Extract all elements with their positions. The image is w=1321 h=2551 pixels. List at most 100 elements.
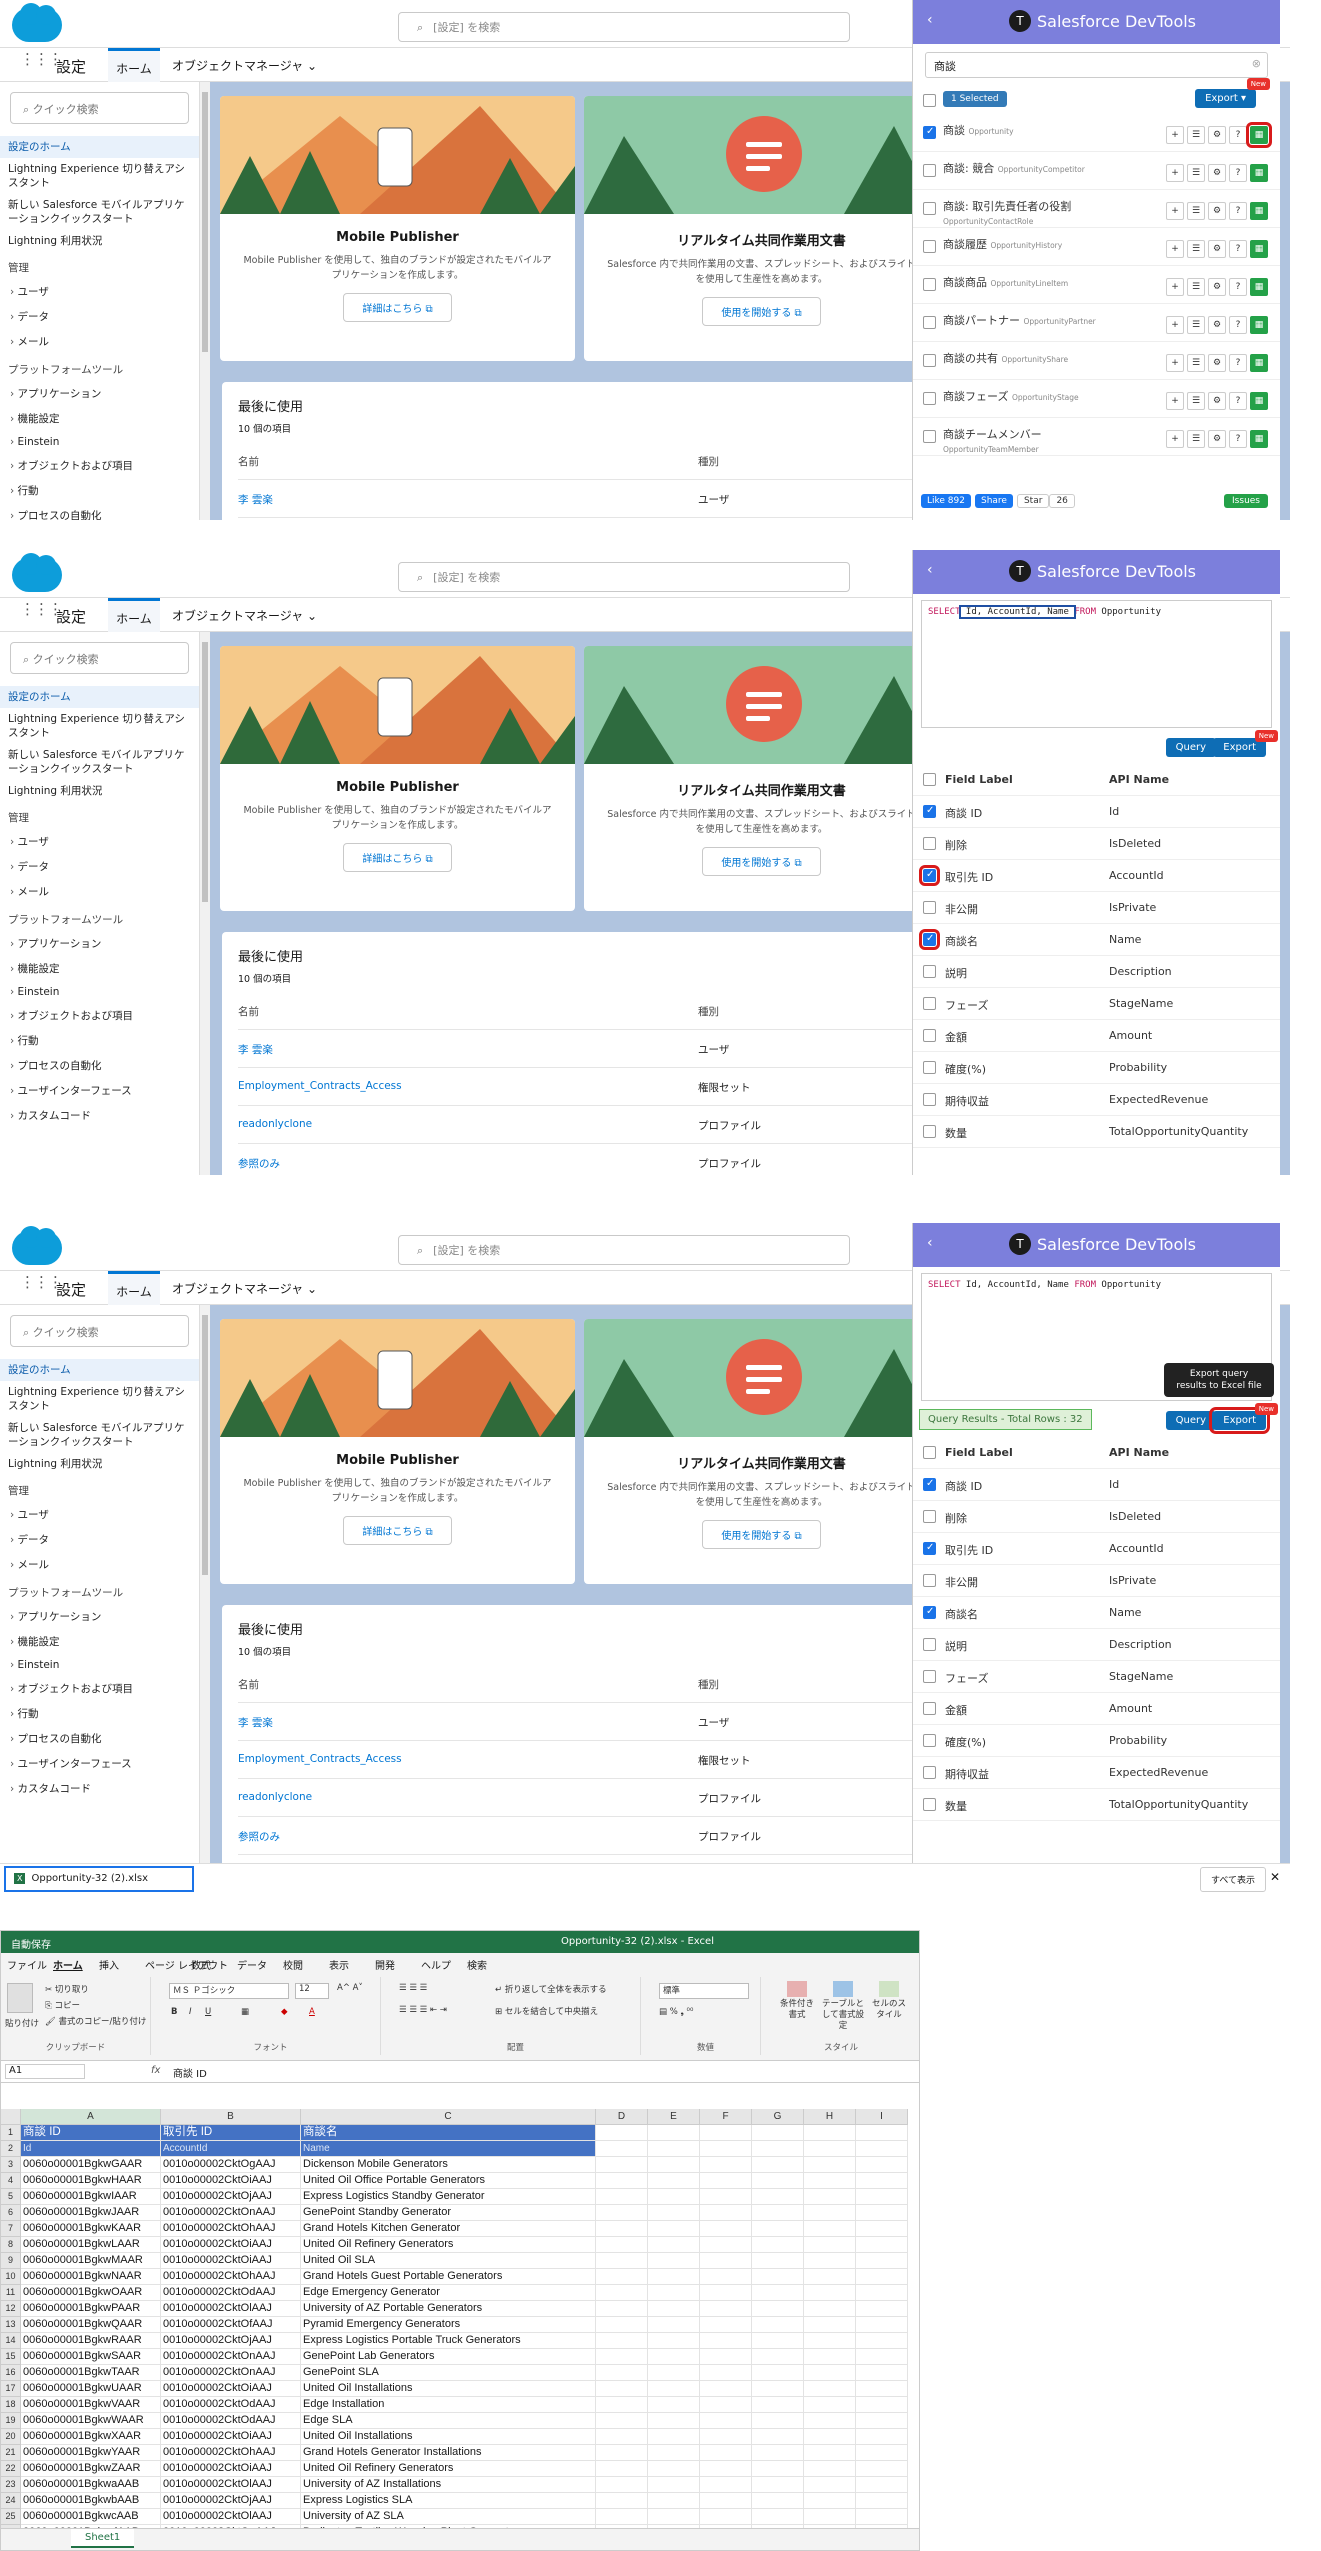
- sidebar-item[interactable]: 新しい Salesforce モバイルアプリケーションクイックスタート: [0, 194, 199, 230]
- cell[interactable]: [700, 2461, 752, 2477]
- cell[interactable]: [596, 2141, 648, 2157]
- cell[interactable]: [804, 2157, 856, 2173]
- menu-tab[interactable]: ヘルプ: [421, 1957, 451, 1972]
- list-icon[interactable]: ☰: [1187, 430, 1205, 448]
- quick-find-input[interactable]: ⌕ クイック検索: [10, 1315, 189, 1347]
- cell[interactable]: 0060o00001BgkwLAAR: [21, 2237, 161, 2253]
- tab-object-manager[interactable]: オブジェクトマネージャ ⌄: [172, 598, 322, 632]
- cell[interactable]: [648, 2237, 700, 2253]
- cell[interactable]: [596, 2221, 648, 2237]
- cell[interactable]: [752, 2429, 804, 2445]
- cell[interactable]: [752, 2237, 804, 2253]
- card-button[interactable]: 詳細はこちら ⧉: [343, 843, 452, 872]
- font-size-select[interactable]: 12: [295, 1983, 329, 1999]
- sidebar-item[interactable]: オブジェクトおよび項目: [0, 1676, 199, 1701]
- row-header[interactable]: 4: [1, 2173, 21, 2189]
- cell[interactable]: [700, 2253, 752, 2269]
- cell[interactable]: 0060o00001BgkwOAAR: [21, 2285, 161, 2301]
- field-checkbox[interactable]: [923, 1125, 936, 1138]
- field-checkbox[interactable]: [923, 1093, 936, 1106]
- cut-button[interactable]: ✂ 切り取り: [45, 1983, 89, 1995]
- app-launcher-icon[interactable]: ⋮⋮⋮: [20, 52, 63, 74]
- cell[interactable]: Express Logistics SLA: [301, 2493, 596, 2509]
- cell[interactable]: [856, 2125, 908, 2141]
- sidebar-item[interactable]: カスタムコード: [0, 1103, 199, 1128]
- cell[interactable]: [596, 2381, 648, 2397]
- cell[interactable]: [596, 2125, 648, 2141]
- cell[interactable]: [700, 2509, 752, 2525]
- cell[interactable]: [648, 2397, 700, 2413]
- cell[interactable]: [700, 2173, 752, 2189]
- object-checkbox[interactable]: [923, 430, 936, 443]
- add-icon[interactable]: +: [1166, 392, 1184, 410]
- row-header[interactable]: 19: [1, 2413, 21, 2429]
- font-grow-icon[interactable]: A^ A˅: [337, 1983, 363, 1993]
- cell[interactable]: [596, 2461, 648, 2477]
- align-top-icon[interactable]: ☰ ☰ ☰: [399, 1983, 427, 1993]
- cell[interactable]: Edge SLA: [301, 2413, 596, 2429]
- cell[interactable]: 0010o00002CktOlAAJ: [161, 2477, 301, 2493]
- select-all-checkbox[interactable]: [923, 773, 936, 786]
- cell[interactable]: 0010o00002CktOiAAJ: [161, 2237, 301, 2253]
- row-header[interactable]: 23: [1, 2477, 21, 2493]
- spreadsheet-grid[interactable]: A B C D E F G H I 1 商談 ID 取引先 ID 商談名 2 Id AccountId Name…: [1, 2109, 919, 2550]
- cell[interactable]: [700, 2317, 752, 2333]
- align-left-icon[interactable]: ☰ ☰ ☰ ⇤ ⇥: [399, 2005, 447, 2015]
- row-header[interactable]: 18: [1, 2397, 21, 2413]
- excel-export-icon[interactable]: ▦: [1250, 202, 1268, 220]
- show-all-button[interactable]: すべて表示: [1200, 1867, 1267, 1892]
- cell[interactable]: [856, 2349, 908, 2365]
- cell[interactable]: [804, 2189, 856, 2205]
- cell[interactable]: 0010o00002CktOnAAJ: [161, 2349, 301, 2365]
- cell[interactable]: [700, 2157, 752, 2173]
- cell[interactable]: [700, 2301, 752, 2317]
- sidebar-item-home[interactable]: 設定のホーム: [0, 686, 199, 708]
- cell[interactable]: [804, 2333, 856, 2349]
- sidebar-item[interactable]: データ: [0, 304, 199, 329]
- query-button[interactable]: Query: [1165, 1411, 1216, 1430]
- tab-home[interactable]: ホーム: [108, 1271, 160, 1305]
- sidebar-item[interactable]: Lightning 利用状況: [0, 230, 199, 252]
- field-checkbox[interactable]: [923, 837, 936, 850]
- cell[interactable]: Pyramid Emergency Generators: [301, 2317, 596, 2333]
- setup-search[interactable]: ⌕ [設定] を検索: [398, 12, 850, 42]
- sidebar-item[interactable]: 新しい Salesforce モバイルアプリケーションクイックスタート: [0, 1417, 199, 1453]
- cell[interactable]: [648, 2461, 700, 2477]
- cell[interactable]: [752, 2141, 804, 2157]
- object-checkbox[interactable]: [923, 202, 936, 215]
- cell[interactable]: United Oil Installations: [301, 2381, 596, 2397]
- cell[interactable]: [856, 2365, 908, 2381]
- cell[interactable]: [700, 2205, 752, 2221]
- settings-icon[interactable]: ⚙: [1208, 354, 1226, 372]
- cell[interactable]: [752, 2205, 804, 2221]
- cell[interactable]: [648, 2349, 700, 2365]
- add-icon[interactable]: +: [1166, 164, 1184, 182]
- cell[interactable]: [856, 2269, 908, 2285]
- row-header[interactable]: 13: [1, 2317, 21, 2333]
- cell[interactable]: [752, 2253, 804, 2269]
- cell[interactable]: [752, 2509, 804, 2525]
- add-icon[interactable]: +: [1166, 430, 1184, 448]
- recent-link[interactable]: 李 雲楽: [238, 492, 273, 507]
- list-icon[interactable]: ☰: [1187, 316, 1205, 334]
- paste-icon[interactable]: [7, 1983, 33, 2013]
- cell[interactable]: [856, 2141, 908, 2157]
- formula-input[interactable]: 商談 ID: [173, 2065, 207, 2080]
- object-checkbox[interactable]: [923, 354, 936, 367]
- cell[interactable]: University of AZ Portable Generators: [301, 2301, 596, 2317]
- sidebar-item[interactable]: Lightning 利用状況: [0, 1453, 199, 1475]
- sidebar-item[interactable]: ユーザ: [0, 279, 199, 304]
- excel-export-icon[interactable]: ▦: [1250, 316, 1268, 334]
- cell[interactable]: [752, 2493, 804, 2509]
- cell[interactable]: [804, 2429, 856, 2445]
- menu-tab[interactable]: ファイル: [7, 1957, 47, 1972]
- excel-export-icon[interactable]: ▦: [1250, 354, 1268, 372]
- cell[interactable]: [804, 2461, 856, 2477]
- card-button[interactable]: 使用を開始する ⧉: [702, 297, 821, 326]
- row-header[interactable]: 10: [1, 2269, 21, 2285]
- cell[interactable]: Dickenson Mobile Generators: [301, 2157, 596, 2173]
- cell[interactable]: [804, 2365, 856, 2381]
- card-button[interactable]: 使用を開始する ⧉: [702, 847, 821, 876]
- add-icon[interactable]: +: [1166, 278, 1184, 296]
- row-header[interactable]: 12: [1, 2301, 21, 2317]
